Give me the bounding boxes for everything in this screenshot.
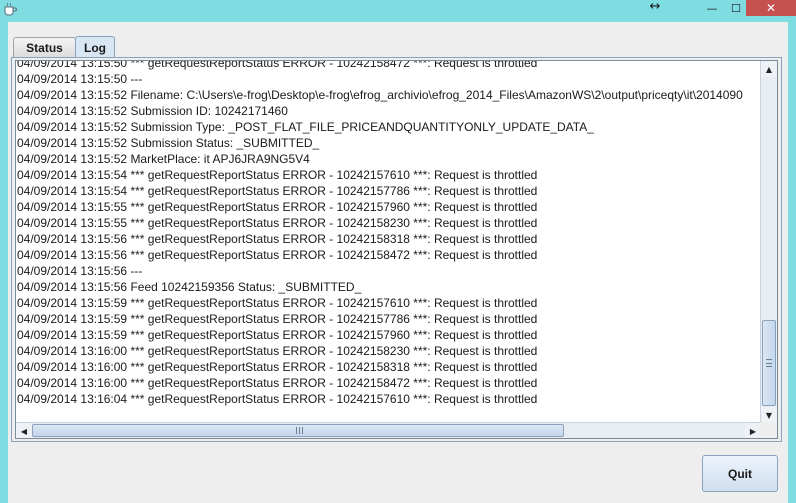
log-line: 04/09/2014 13:15:55 *** getRequestReport… xyxy=(17,216,538,230)
close-button[interactable]: ✕ xyxy=(746,0,796,16)
window-frame-left xyxy=(0,22,8,503)
log-line: 04/09/2014 13:15:56 --- xyxy=(17,264,143,278)
log-text-area[interactable]: 04/09/2014 13:15:50 *** getRequestReport… xyxy=(15,60,778,439)
log-line: 04/09/2014 13:16:04 *** getRequestReport… xyxy=(17,392,538,406)
scroll-right-arrow-icon[interactable]: ▶ xyxy=(745,423,761,438)
log-line: 04/09/2014 13:15:56 *** getRequestReport… xyxy=(17,248,538,262)
log-line: 04/09/2014 13:15:56 *** getRequestReport… xyxy=(17,232,538,246)
log-line: 04/09/2014 13:15:56 Feed 10242159356 Sta… xyxy=(17,280,362,294)
log-line: 04/09/2014 13:15:54 *** getRequestReport… xyxy=(17,184,538,198)
window-content: Status Log 04/09/2014 13:15:50 *** getRe… xyxy=(8,22,788,503)
minimize-button[interactable]: — xyxy=(699,0,725,16)
log-line: 04/09/2014 13:16:00 *** getRequestReport… xyxy=(17,360,538,374)
log-line: 04/09/2014 13:15:50 *** getRequestReport… xyxy=(17,60,538,70)
quit-button[interactable]: Quit xyxy=(702,455,778,492)
log-tab-panel: 04/09/2014 13:15:50 *** getRequestReport… xyxy=(11,57,782,442)
resize-arrows-icon[interactable]: ↔ xyxy=(644,0,666,14)
tab-status[interactable]: Status xyxy=(13,37,76,57)
maximize-button[interactable]: ☐ xyxy=(726,0,746,16)
log-line: 04/09/2014 13:15:59 *** getRequestReport… xyxy=(17,328,538,342)
grip-icon xyxy=(766,359,772,367)
log-line: 04/09/2014 13:15:52 MarketPlace: it APJ6… xyxy=(17,152,310,166)
coffee-cup-icon xyxy=(4,2,17,16)
vertical-scrollbar[interactable]: ▲ ▼ xyxy=(760,61,777,423)
scroll-down-arrow-icon[interactable]: ▼ xyxy=(761,407,777,423)
horizontal-scrollbar[interactable]: ◀ ▶ xyxy=(16,422,761,438)
log-line: 04/09/2014 13:15:52 Submission Status: _… xyxy=(17,136,320,150)
grip-icon xyxy=(296,427,303,434)
log-line: 04/09/2014 13:15:54 *** getRequestReport… xyxy=(17,168,538,182)
vertical-scroll-thumb[interactable] xyxy=(762,320,776,406)
log-line: 04/09/2014 13:15:52 Submission ID: 10242… xyxy=(17,104,288,118)
scrollbar-corner xyxy=(760,422,777,438)
log-line: 04/09/2014 13:15:52 Submission Type: _PO… xyxy=(17,120,594,134)
log-line: 04/09/2014 13:16:00 *** getRequestReport… xyxy=(17,344,538,358)
log-lines: 04/09/2014 13:15:50 *** getRequestReport… xyxy=(17,60,759,419)
log-line: 04/09/2014 13:15:52 Filename: C:\Users\e… xyxy=(17,88,743,102)
horizontal-scroll-thumb[interactable] xyxy=(32,424,564,437)
window-frame-right xyxy=(788,22,796,503)
scroll-up-arrow-icon[interactable]: ▲ xyxy=(761,61,777,77)
log-line: 04/09/2014 13:15:59 *** getRequestReport… xyxy=(17,296,538,310)
tab-log[interactable]: Log xyxy=(75,36,115,58)
log-line: 04/09/2014 13:15:55 *** getRequestReport… xyxy=(17,200,538,214)
log-line: 04/09/2014 13:15:59 *** getRequestReport… xyxy=(17,312,538,326)
log-line: 04/09/2014 13:15:50 --- xyxy=(17,72,143,86)
scroll-left-arrow-icon[interactable]: ◀ xyxy=(16,423,32,438)
title-bar[interactable]: ↔ — ☐ ✕ xyxy=(0,0,796,22)
log-line: 04/09/2014 13:16:00 *** getRequestReport… xyxy=(17,376,538,390)
